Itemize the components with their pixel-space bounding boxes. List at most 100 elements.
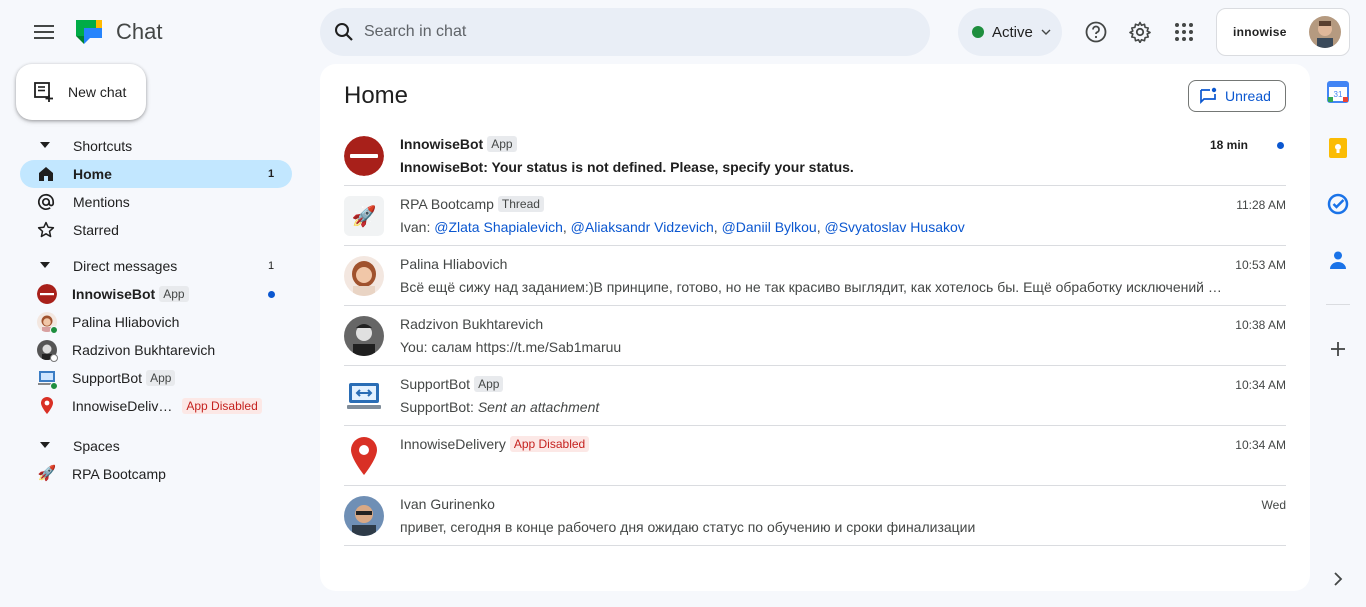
sidebar-item-starred[interactable]: Starred — [0, 216, 300, 244]
user-avatar — [1309, 16, 1341, 48]
direct-messages-section-header[interactable]: Direct messages 1 — [0, 252, 300, 280]
conversation-time: 11:28 AM — [1236, 198, 1286, 212]
keep-icon[interactable] — [1326, 136, 1350, 160]
status-dropdown[interactable]: Active — [958, 8, 1062, 56]
caret-down-icon — [40, 142, 50, 148]
conversation-row[interactable]: Ivan Gurinenko привет, сегодня в конце р… — [344, 486, 1286, 546]
unread-chat-icon — [1200, 87, 1217, 105]
unread-label: Unread — [1225, 88, 1271, 104]
calendar-icon[interactable]: 31 — [1326, 80, 1350, 104]
conversation-name: RPA Bootcamp — [400, 196, 494, 212]
unread-count: 1 — [268, 168, 275, 180]
dm-label: InnowiseBot — [72, 286, 156, 302]
unread-dot — [1277, 142, 1284, 149]
conversation-row[interactable]: InnowiseBot App InnowiseBot: Your status … — [344, 126, 1286, 186]
innowisebot-avatar — [37, 284, 57, 304]
dm-unread-count: 1 — [268, 260, 275, 272]
new-chat-button[interactable]: New chat — [16, 64, 146, 120]
caret-down-icon — [40, 262, 50, 268]
home-icon — [36, 164, 56, 184]
rocket-icon: 🚀 — [344, 196, 384, 236]
mention-link[interactable]: @Svyatoslav Husakov — [825, 219, 965, 235]
conversation-time: 10:53 AM — [1235, 258, 1286, 272]
conversation-time: 10:34 AM — [1235, 438, 1286, 452]
conversation-preview: привет, сегодня в конце рабочего дня ожи… — [400, 519, 976, 535]
conversation-name: InnowiseBot — [400, 136, 484, 152]
unread-filter-button[interactable]: Unread — [1188, 80, 1286, 112]
dm-item-palina[interactable]: Palina Hliabovich — [0, 308, 300, 336]
conversation-preview: Ivan: @Zlata Shapialevich, @Aliaksandr V… — [400, 219, 965, 235]
expand-icon[interactable] — [1326, 567, 1350, 591]
sidebar-item-mentions[interactable]: Mentions — [0, 188, 300, 216]
conversation-row[interactable]: 🚀 RPA Bootcamp Thread Ivan: @Zlata Shapia… — [344, 186, 1286, 246]
space-item-rpa-bootcamp[interactable]: 🚀 RPA Bootcamp — [0, 460, 300, 488]
conversation-name: Radzivon Bukhtarevich — [400, 316, 544, 332]
dm-item-radzivon[interactable]: Radzivon Bukhtarevich — [0, 336, 300, 364]
apps-grid-icon[interactable] — [1172, 20, 1196, 44]
page-title: Home — [344, 82, 409, 109]
location-pin-icon — [37, 396, 57, 416]
app-title: Chat — [116, 19, 163, 44]
new-chat-label: New chat — [68, 84, 127, 100]
conversation-name: InnowiseDelivery — [400, 436, 506, 452]
sidebar-item-home[interactable]: Home 1 — [20, 160, 292, 188]
chevron-down-icon — [1041, 29, 1051, 35]
conversation-time: 10:38 AM — [1235, 318, 1286, 332]
conversation-row[interactable]: Radzivon Bukhtarevich You: салам https:/… — [344, 306, 1286, 366]
dm-label: InnowiseDeliv… — [72, 398, 173, 414]
search-bar[interactable] — [320, 8, 930, 56]
hamburger-menu-icon[interactable] — [24, 20, 64, 44]
contacts-icon[interactable] — [1326, 248, 1350, 272]
conversation-preview: InnowiseBot: Your status is not defined.… — [400, 159, 854, 175]
mention-link[interactable]: @Zlata Shapialevich — [434, 219, 563, 235]
shortcuts-section-header[interactable]: Shortcuts — [0, 132, 300, 160]
presence-dot — [50, 326, 58, 334]
app-chip: App — [146, 370, 176, 386]
dm-item-innowisebot[interactable]: InnowiseBot App — [0, 280, 300, 308]
conversation-row[interactable]: Palina Hliabovich Всё ещё сижу над задан… — [344, 246, 1286, 306]
rocket-icon: 🚀 — [37, 465, 57, 482]
add-icon[interactable] — [1326, 337, 1350, 361]
app-logo[interactable]: Chat — [74, 16, 162, 48]
conversation-preview: You: салам https://t.me/Sab1maruu — [400, 339, 622, 355]
radzivon-avatar — [344, 316, 384, 356]
home-panel: Home Unread InnowiseBot App InnowiseBot: … — [320, 64, 1310, 591]
dm-item-supportbot[interactable]: SupportBot App — [0, 364, 300, 392]
presence-dot — [50, 382, 58, 390]
status-dot — [972, 26, 984, 38]
app-disabled-chip: App Disabled — [509, 436, 590, 452]
dm-item-innowisedelivery[interactable]: InnowiseDeliv… App Disabled — [0, 392, 300, 420]
help-icon[interactable] — [1084, 20, 1108, 44]
spaces-section-header[interactable]: Spaces — [0, 432, 300, 460]
app-chip: App — [159, 286, 189, 302]
org-logo: innowise — [1233, 25, 1287, 39]
conversation-name: Palina Hliabovich — [400, 256, 508, 272]
conversation-time: Wed — [1261, 498, 1286, 512]
top-bar: Chat Active innowise — [0, 0, 1366, 64]
conversation-row[interactable]: SupportBot App SupportBot: Sent an attach… — [344, 366, 1286, 426]
conversation-preview: Всё ещё сижу над заданием:)В принципе, г… — [400, 279, 1226, 295]
conversation-time: 18 min — [1209, 138, 1248, 152]
at-icon — [36, 192, 56, 212]
tasks-icon[interactable] — [1326, 192, 1350, 216]
new-chat-icon — [34, 82, 53, 102]
mention-link[interactable]: @Aliaksandr Vidzevich — [571, 219, 714, 235]
mention-link[interactable]: @Daniil Bylkou — [722, 219, 817, 235]
caret-down-icon — [40, 442, 50, 448]
app-chip: App — [487, 136, 517, 152]
search-icon[interactable] — [332, 20, 356, 44]
search-input[interactable] — [364, 23, 904, 41]
app-disabled-chip: App Disabled — [182, 398, 262, 414]
conversation-preview: SupportBot: Sent an attachment — [400, 399, 600, 415]
thread-chip: Thread — [497, 196, 544, 212]
innowisebot-avatar — [344, 136, 384, 176]
chat-logo-icon — [76, 20, 102, 44]
svg-text:31: 31 — [1334, 90, 1343, 99]
palina-avatar — [344, 256, 384, 296]
unread-dot — [268, 291, 275, 298]
settings-gear-icon[interactable] — [1128, 20, 1152, 44]
conversation-name: SupportBot — [400, 376, 471, 392]
conversation-name: Ivan Gurinenko — [400, 496, 495, 512]
conversation-row[interactable]: InnowiseDelivery App Disabled 10:34 AM — [344, 426, 1286, 486]
account-switcher[interactable]: innowise — [1216, 8, 1350, 56]
